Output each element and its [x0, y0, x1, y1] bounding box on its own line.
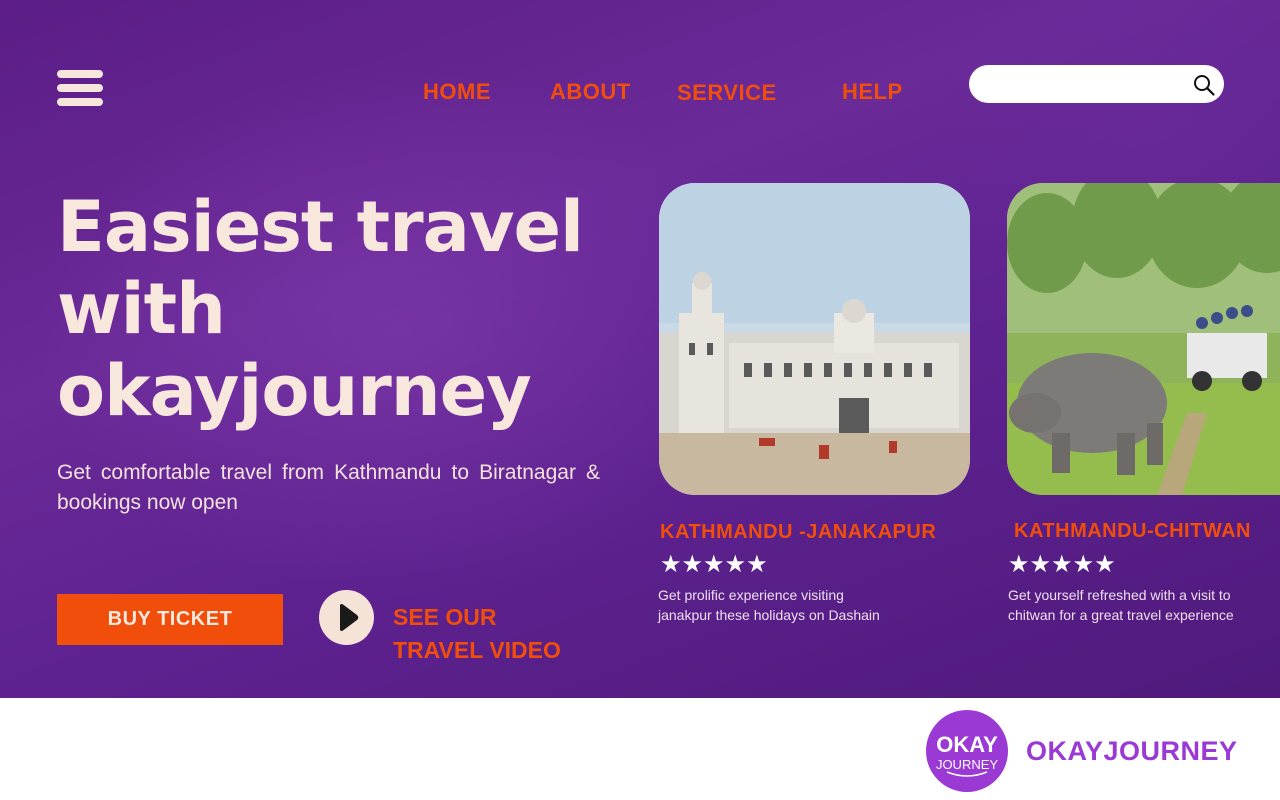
card-desc-line: Get yourself refreshed with a visit to [1008, 587, 1231, 603]
nav-about[interactable]: ABOUT [550, 79, 631, 105]
headline-line: with [57, 268, 226, 350]
card-description: Get prolific experience visiting janakpu… [658, 585, 880, 625]
card-desc-line: Get prolific experience visiting [658, 587, 844, 603]
headline-line: okayjourney [57, 350, 532, 432]
video-label-line: SEE OUR [393, 604, 497, 630]
menu-bar [57, 70, 103, 78]
star-rating: ★★★★★ [660, 550, 768, 578]
card-description: Get yourself refreshed with a visit to c… [1008, 585, 1234, 625]
star-rating: ★★★★★ [1008, 550, 1116, 578]
see-travel-video-link[interactable]: SEE OUR TRAVEL VIDEO [393, 601, 603, 667]
play-icon [340, 604, 359, 631]
nav-help[interactable]: HELP [842, 79, 903, 105]
card-title: KATHMANDU-CHITWAN [1014, 520, 1251, 542]
janakpur-temple-image[interactable] [659, 183, 970, 495]
search-bar [969, 65, 1224, 103]
logo-text-top: OKAY [936, 732, 998, 757]
hero-headline: Easiest travel with okayjourney [57, 186, 637, 432]
video-label-line: TRAVEL VIDEO [393, 637, 561, 663]
nav-service[interactable]: SERVICE [677, 80, 777, 106]
menu-bar [57, 98, 103, 106]
headline-line: Easiest travel [57, 186, 584, 268]
play-video-button[interactable] [319, 590, 374, 645]
nav-home[interactable]: HOME [423, 79, 491, 105]
search-input[interactable] [985, 71, 1175, 97]
menu-bar [57, 84, 103, 92]
logo-text-bottom: JOURNEY [936, 757, 998, 772]
hamburger-menu-icon[interactable] [57, 70, 103, 106]
okayjourney-logo: OKAY JOURNEY [926, 710, 1008, 792]
footer-brand-name: OKAYJOURNEY [1026, 736, 1238, 766]
hero-section: HOME ABOUT SERVICE HELP Easiest travel w… [0, 0, 1280, 698]
buy-ticket-button[interactable]: BUY TICKET [57, 594, 283, 645]
card-desc-line: chitwan for a great travel experience [1008, 607, 1234, 623]
chitwan-rhino-image[interactable] [1007, 183, 1280, 495]
hero-subtext: Get comfortable travel from Kathmandu to… [57, 461, 600, 514]
search-icon[interactable] [1192, 73, 1216, 97]
card-desc-line: janakpur these holidays on Dashain [658, 607, 880, 623]
card-title: KATHMANDU -JANAKAPUR [660, 521, 937, 543]
